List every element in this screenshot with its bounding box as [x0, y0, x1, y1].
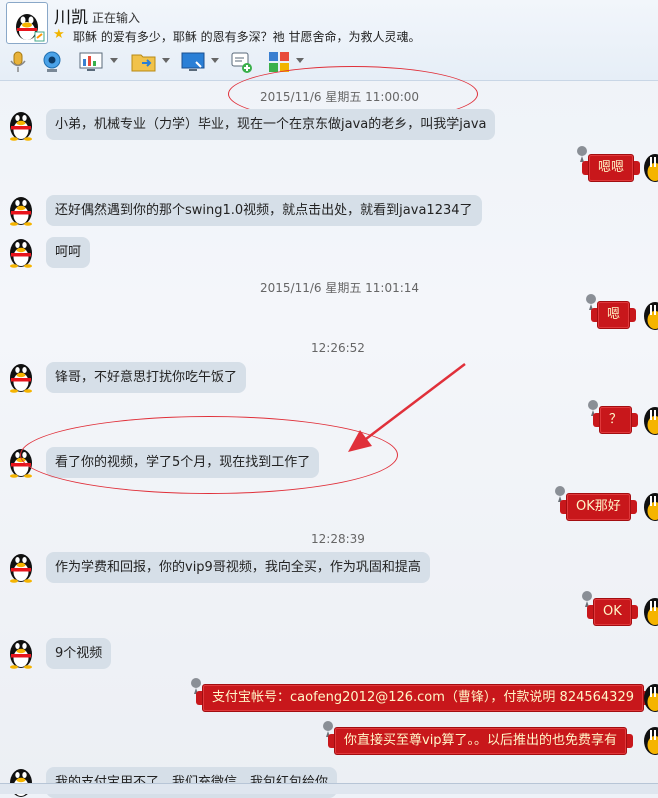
penguin-avatar-icon[interactable]	[6, 549, 36, 583]
chevron-down-icon[interactable]	[211, 58, 219, 63]
incoming-message: 9个视频	[46, 638, 111, 669]
screen-share-icon[interactable]	[78, 50, 106, 74]
penguin-avatar-icon[interactable]	[6, 635, 36, 669]
remote-desktop-icon[interactable]	[180, 50, 208, 74]
mic-icon[interactable]	[6, 50, 30, 74]
input-toolbar	[0, 783, 658, 794]
penguin-avatar-icon[interactable]	[640, 722, 658, 756]
outgoing-message: 支付宝帐号：caofeng2012@126.com（曹锋），付款说明 82456…	[202, 684, 644, 712]
incoming-message: 小弟，机械专业（力学）毕业，现在一个在京东做java的老乡，叫我学java	[46, 109, 495, 140]
chevron-down-icon[interactable]	[296, 58, 304, 63]
incoming-message: 作为学费和回报，你的vip9哥视频，我向全买，作为巩固和提高	[46, 552, 430, 583]
add-app-icon[interactable]	[230, 50, 254, 74]
penguin-avatar-icon[interactable]	[640, 679, 658, 713]
contact-signature: 耶稣 的爱有多少，耶稣 的恩有多深？祂 甘愿舍命，为救人灵魂。	[73, 28, 420, 45]
outgoing-message: ？	[599, 406, 632, 434]
contact-avatar[interactable]	[6, 2, 48, 44]
incoming-message: 锋哥，不好意思打扰你吃午饭了	[46, 362, 246, 393]
chevron-down-icon[interactable]	[162, 58, 170, 63]
chevron-down-icon[interactable]	[110, 58, 118, 63]
message-timestamp: 2015/11/6 星期五 11:01:14	[260, 279, 419, 296]
outgoing-message: 嗯	[597, 301, 630, 329]
contact-name: 川凯	[54, 3, 88, 28]
penguin-avatar-icon[interactable]	[640, 488, 658, 522]
penguin-avatar-icon[interactable]	[640, 593, 658, 627]
outgoing-message: OK	[593, 598, 632, 626]
annotation-ellipse	[20, 416, 398, 494]
video-call-icon[interactable]	[40, 50, 64, 74]
outgoing-message: 你直接买至尊vip算了。。以后推出的也免费享有	[334, 727, 627, 755]
incoming-message: 呵呵	[46, 237, 90, 268]
penguin-avatar-icon[interactable]	[6, 107, 36, 141]
penguin-avatar-icon[interactable]	[640, 149, 658, 183]
outgoing-message: 嗯嗯	[588, 154, 634, 182]
message-timestamp: 12:26:52	[311, 341, 365, 355]
penguin-avatar-icon[interactable]	[6, 234, 36, 268]
incoming-message: 还好偶然遇到你的那个swing1.0视频，就点击出处，就看到java1234了	[46, 195, 482, 226]
message-timestamp: 12:28:39	[311, 532, 365, 546]
send-file-icon[interactable]	[130, 50, 158, 74]
outgoing-message: OK那好	[566, 493, 631, 521]
typing-status: 正在输入	[92, 9, 140, 26]
star-icon: ★	[53, 27, 65, 42]
penguin-avatar-icon[interactable]	[640, 297, 658, 331]
penguin-avatar-icon[interactable]	[640, 402, 658, 436]
penguin-avatar-icon[interactable]	[6, 359, 36, 393]
penguin-avatar-icon[interactable]	[6, 192, 36, 226]
